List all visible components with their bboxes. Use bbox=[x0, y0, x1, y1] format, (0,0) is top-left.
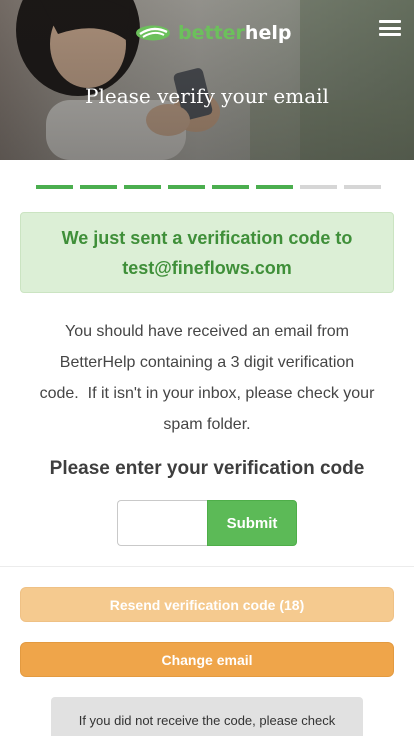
hamburger-menu-icon[interactable] bbox=[379, 20, 401, 36]
logo-text-help: help bbox=[244, 22, 292, 44]
logo-wordmark: betterhelp bbox=[178, 22, 291, 44]
verification-form: Submit bbox=[117, 500, 297, 546]
progress-segment bbox=[300, 185, 337, 189]
instructions-line-3: code. If it isn't in your inbox, please … bbox=[39, 385, 375, 402]
betterhelp-logo[interactable]: betterhelp bbox=[134, 20, 291, 46]
change-email-button[interactable]: Change email bbox=[20, 642, 394, 677]
divider bbox=[0, 566, 414, 567]
instructions-line-1: You should have received an email from bbox=[64, 323, 350, 340]
resend-code-button[interactable]: Resend verification code (18) bbox=[20, 587, 394, 622]
instructions-line-4: spam folder. bbox=[163, 416, 251, 433]
leaf-logo-icon bbox=[136, 25, 170, 41]
progress-segment bbox=[124, 185, 161, 189]
submit-button[interactable]: Submit bbox=[207, 500, 297, 546]
code-prompt-heading: Please enter your verification code bbox=[49, 458, 365, 479]
help-note: If you did not receive the code, please … bbox=[51, 697, 363, 736]
progress-segment bbox=[344, 185, 381, 189]
menu-bar bbox=[379, 26, 401, 30]
notice-email: test@fineflows.com bbox=[122, 257, 292, 278]
progress-segment bbox=[212, 185, 249, 189]
progress-segment bbox=[256, 185, 293, 189]
progress-segment bbox=[80, 185, 117, 189]
help-note-text: If you did not receive the code, please … bbox=[78, 713, 336, 728]
progress-segment bbox=[168, 185, 205, 189]
header-hero: betterhelp Please verify your email bbox=[0, 0, 414, 160]
notice-line: We just sent a verification code to bbox=[61, 227, 353, 248]
page-title: Please verify your email bbox=[85, 84, 329, 108]
verification-notice: We just sent a verification code to test… bbox=[20, 212, 394, 293]
logo-text-better: better bbox=[178, 22, 245, 44]
progress-bar bbox=[36, 185, 381, 189]
verification-code-input[interactable] bbox=[117, 500, 207, 546]
menu-bar bbox=[379, 20, 401, 23]
progress-segment bbox=[36, 185, 73, 189]
instructions-text: You should have received an email from B… bbox=[22, 316, 392, 440]
instructions-line-2: BetterHelp containing a 3 digit verifica… bbox=[59, 354, 355, 371]
menu-bar bbox=[379, 33, 401, 36]
